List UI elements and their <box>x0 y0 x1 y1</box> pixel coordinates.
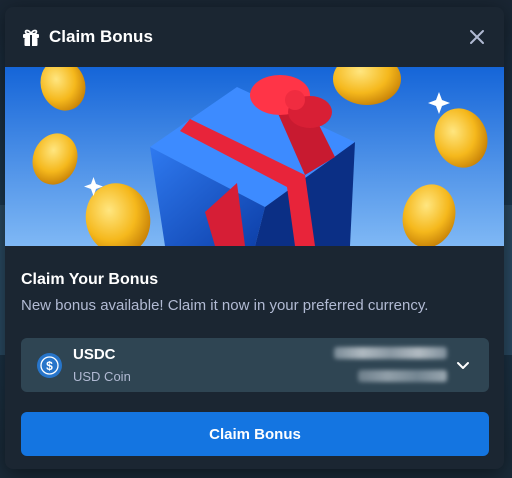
claim-bonus-button[interactable]: Claim Bonus <box>21 412 489 456</box>
bonus-banner-image <box>5 67 504 246</box>
modal-header: Claim Bonus <box>5 7 504 67</box>
redacted-balance <box>334 347 447 359</box>
claim-bonus-modal: Claim Bonus Claim Your Bonus New bonus a… <box>5 7 504 469</box>
section-heading: Claim Your Bonus <box>21 271 159 288</box>
currency-select[interactable]: $ USDC USD Coin <box>21 338 489 392</box>
svg-text:$: $ <box>46 359 53 373</box>
modal-title: Claim Bonus <box>49 27 153 46</box>
chevron-down-icon[interactable] <box>455 357 471 373</box>
usdc-coin-icon: $ <box>37 353 62 378</box>
gift-icon <box>21 27 41 47</box>
section-description: New bonus available! Claim it now in you… <box>21 297 429 314</box>
currency-code: USDC <box>73 346 116 363</box>
redacted-fiat-value <box>358 370 447 382</box>
close-icon[interactable] <box>467 27 487 47</box>
currency-name: USD Coin <box>73 369 131 384</box>
